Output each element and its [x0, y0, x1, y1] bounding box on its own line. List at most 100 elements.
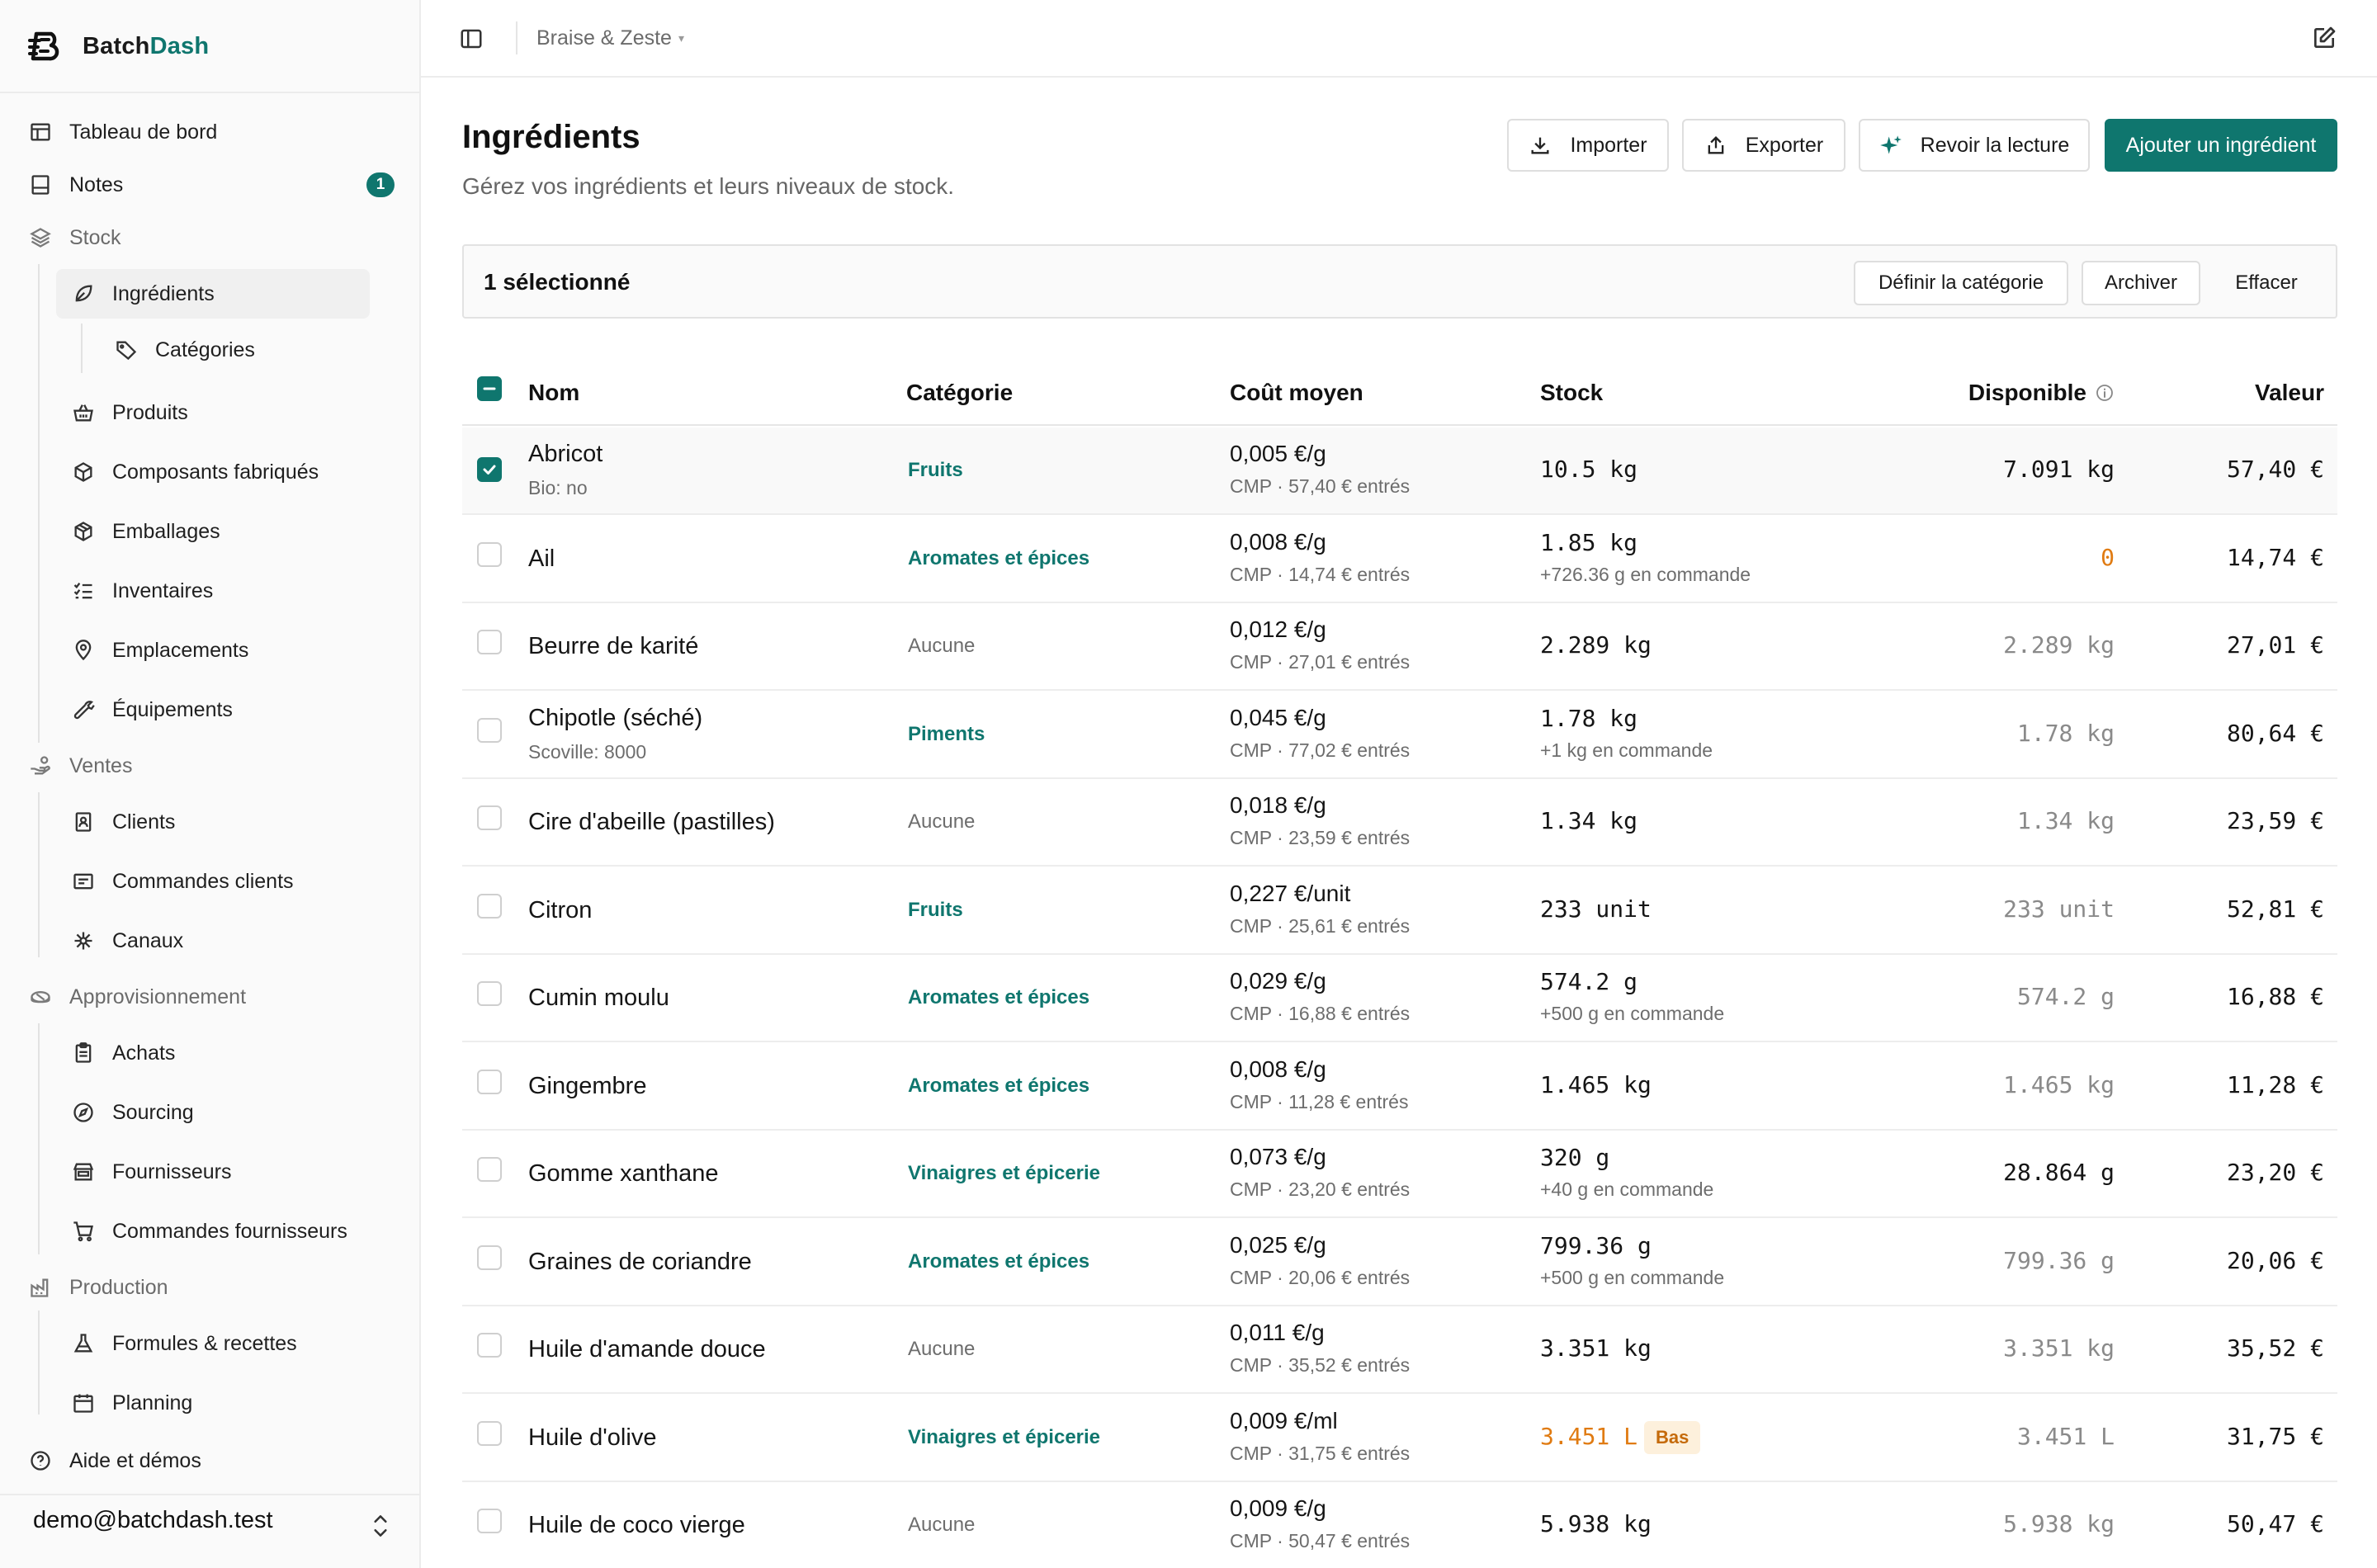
sidebar-item-supplier-orders[interactable]: Commandes fournisseurs: [71, 1207, 347, 1256]
table-row[interactable]: Ail Aromates et épices 0,008 €/g CMP · 14,7…: [462, 516, 2337, 603]
sidebar-section-stock[interactable]: Stock: [28, 213, 121, 262]
chevrons-up-down-icon[interactable]: [370, 1510, 391, 1542]
ingredient-name[interactable]: Abricot: [528, 441, 603, 468]
row-checkbox[interactable]: [477, 541, 502, 567]
sidebar-item-clients[interactable]: Clients: [71, 797, 175, 847]
select-all-checkbox[interactable]: [477, 376, 502, 401]
table-row[interactable]: Chipotle (séché) Scoville: 8000 Piments 0,0…: [462, 692, 2337, 779]
calendar-icon: [71, 1391, 96, 1415]
column-stock[interactable]: Stock: [1540, 380, 1603, 406]
average-cost: 0,227 €/unit: [1230, 880, 1351, 906]
sidebar-item-locations[interactable]: Emplacements: [71, 626, 248, 675]
ingredient-name[interactable]: Huile d'olive: [528, 1424, 656, 1452]
ingredient-category[interactable]: Aromates et épices: [908, 986, 1089, 1009]
average-cost: 0,012 €/g: [1230, 616, 1326, 642]
row-checkbox[interactable]: [477, 1420, 502, 1446]
stock-on-order: +500 g en commande: [1540, 1003, 1725, 1024]
review-reading-button[interactable]: Revoir la lecture: [1859, 119, 2090, 172]
sidebar-item-inventories[interactable]: Inventaires: [71, 566, 213, 616]
sidebar-item-packaging[interactable]: Emballages: [71, 507, 220, 556]
ingredient-category[interactable]: Aromates et épices: [908, 1250, 1089, 1273]
column-category[interactable]: Catégorie: [906, 380, 1013, 406]
table-row[interactable]: Abricot Bio: no Fruits 0,005 €/g CMP · 57,40…: [462, 427, 2337, 515]
row-checkbox[interactable]: [477, 1157, 502, 1182]
ingredient-category[interactable]: Fruits: [908, 459, 963, 482]
ingredient-category[interactable]: Fruits: [908, 899, 963, 922]
sidebar-item-products[interactable]: Produits: [71, 388, 188, 437]
ingredient-category[interactable]: Piments: [908, 723, 985, 746]
export-button[interactable]: Exporter: [1682, 119, 1845, 172]
sidebar-item-ingredients[interactable]: Ingrédients: [56, 269, 370, 319]
sidebar-section-supply[interactable]: Approvisionnement: [28, 972, 246, 1022]
column-value[interactable]: Valeur: [2255, 380, 2324, 406]
ingredient-name[interactable]: Cire d'abeille (pastilles): [528, 809, 775, 836]
row-checkbox[interactable]: [477, 1244, 502, 1270]
sidebar-item-channels[interactable]: Canaux: [71, 916, 183, 966]
import-button[interactable]: Importer: [1507, 119, 1669, 172]
workspace-name: Braise & Zeste: [536, 26, 672, 50]
ingredient-name[interactable]: Beurre de karité: [528, 633, 698, 660]
ingredient-name[interactable]: Citron: [528, 897, 592, 924]
sidebar-item-dashboard[interactable]: Tableau de bord: [28, 107, 217, 157]
table-row[interactable]: Huile d'olive Vinaigres et épicerie 0,009 …: [462, 1395, 2337, 1482]
sidebar-item-notes[interactable]: Notes 1: [28, 160, 395, 210]
row-checkbox[interactable]: [477, 805, 502, 830]
row-checkbox[interactable]: [477, 630, 502, 654]
table-row[interactable]: Cumin moulu Aromates et épices 0,029 €/g CM…: [462, 955, 2337, 1042]
workspace-switcher[interactable]: Braise & Zeste ▾: [536, 26, 684, 50]
add-ingredient-button[interactable]: Ajouter un ingrédient: [2105, 119, 2337, 172]
edit-icon[interactable]: [2311, 25, 2337, 51]
sidebar-item-equipment[interactable]: Équipements: [71, 685, 233, 734]
brand[interactable]: BatchDash: [28, 28, 209, 64]
table-row[interactable]: Gingembre Aromates et épices 0,008 €/g CMP …: [462, 1043, 2337, 1131]
ingredient-category[interactable]: Aromates et épices: [908, 547, 1089, 570]
table-row[interactable]: Graines de coriandre Aromates et épices 0,…: [462, 1219, 2337, 1306]
ingredient-name[interactable]: Ail: [528, 545, 555, 573]
compass-icon: [71, 1100, 96, 1125]
sidebar-item-components[interactable]: Composants fabriqués: [71, 447, 319, 497]
sidebar-item-formulas[interactable]: Formules & recettes: [71, 1319, 297, 1368]
table-row[interactable]: Cire d'abeille (pastilles) Aucune 0,018 €/…: [462, 779, 2337, 867]
row-checkbox[interactable]: [477, 981, 502, 1006]
sidebar-item-planning[interactable]: Planning: [71, 1378, 192, 1428]
sidebar-item-suppliers[interactable]: Fournisseurs: [71, 1147, 232, 1197]
column-cost[interactable]: Coût moyen: [1230, 380, 1363, 406]
available-quantity: 233 unit: [2003, 895, 2115, 923]
column-name[interactable]: Nom: [528, 380, 579, 406]
archive-button[interactable]: Archiver: [2082, 261, 2200, 305]
table-row[interactable]: Huile de coco vierge Aucune 0,009 €/g CMP ·…: [462, 1482, 2337, 1568]
sidebar-item-sourcing[interactable]: Sourcing: [71, 1088, 194, 1137]
sidebar-section-sales[interactable]: Ventes: [28, 741, 132, 791]
column-available[interactable]: Disponible: [1968, 380, 2115, 406]
info-icon[interactable]: [2095, 383, 2115, 403]
row-checkbox[interactable]: [477, 1069, 502, 1094]
user-email[interactable]: demo@batchdash.test: [33, 1507, 273, 1534]
ingredient-name[interactable]: Gomme xanthane: [528, 1160, 719, 1188]
sidebar-item-purchases[interactable]: Achats: [71, 1028, 175, 1078]
sidebar-item-categories[interactable]: Catégories: [114, 325, 255, 375]
table-row[interactable]: Beurre de karité Aucune 0,012 €/g CMP · 27,…: [462, 603, 2337, 691]
sidebar-item-help[interactable]: Aide et démos: [28, 1436, 201, 1485]
ingredient-name[interactable]: Gingembre: [528, 1073, 646, 1100]
sidebar-toggle-icon[interactable]: [459, 26, 484, 51]
row-checkbox[interactable]: [477, 1333, 502, 1358]
ingredient-name[interactable]: Huile de coco vierge: [528, 1512, 745, 1539]
row-checkbox[interactable]: [477, 457, 502, 482]
ingredient-name[interactable]: Huile d'amande douce: [528, 1336, 766, 1363]
ingredient-name[interactable]: Cumin moulu: [528, 985, 669, 1012]
ingredient-name[interactable]: Graines de coriandre: [528, 1249, 752, 1276]
ingredient-category[interactable]: Vinaigres et épicerie: [908, 1426, 1100, 1449]
row-checkbox[interactable]: [477, 893, 502, 919]
ingredient-category[interactable]: Vinaigres et épicerie: [908, 1162, 1100, 1185]
clear-selection-button[interactable]: Effacer: [2215, 261, 2318, 305]
table-row[interactable]: Citron Fruits 0,227 €/unit CMP · 25,61 € en…: [462, 867, 2337, 955]
table-row[interactable]: Gomme xanthane Vinaigres et épicerie 0,073…: [462, 1131, 2337, 1218]
row-checkbox[interactable]: [477, 717, 502, 743]
set-category-button[interactable]: Définir la catégorie: [1854, 261, 2068, 305]
sidebar-section-production[interactable]: Production: [28, 1263, 168, 1312]
ingredient-category[interactable]: Aromates et épices: [908, 1074, 1089, 1098]
sidebar-item-client-orders[interactable]: Commandes clients: [71, 857, 294, 906]
row-checkbox[interactable]: [477, 1509, 502, 1533]
table-row[interactable]: Huile d'amande douce Aucune 0,011 €/g CMP ·…: [462, 1306, 2337, 1394]
ingredient-name[interactable]: Chipotle (séché): [528, 705, 702, 732]
